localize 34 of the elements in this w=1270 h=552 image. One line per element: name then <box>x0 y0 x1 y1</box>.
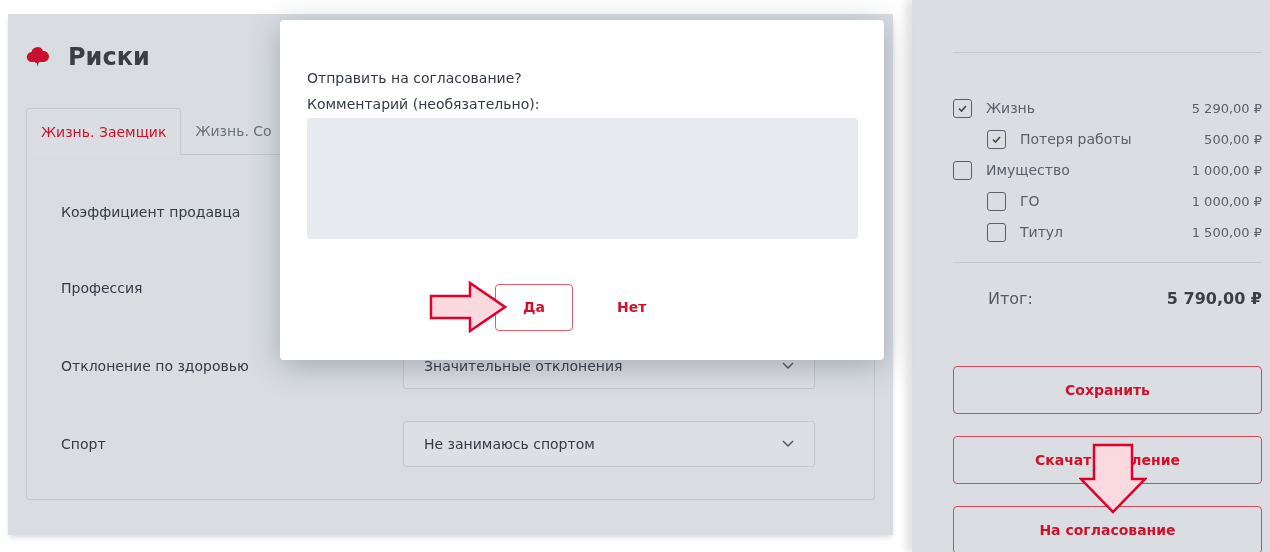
dialog-question: Отправить на согласование? <box>307 69 523 88</box>
chevron-down-icon <box>782 362 794 370</box>
page-title: Риски <box>68 42 150 73</box>
checkbox[interactable] <box>987 192 1006 211</box>
field-label: Спорт <box>61 434 107 454</box>
tab[interactable]: Жизнь. Со <box>181 108 286 155</box>
risk-amount: 500,00 ₽ <box>1204 130 1262 149</box>
checkbox[interactable] <box>953 161 972 180</box>
checkbox[interactable] <box>987 130 1006 149</box>
comment-label: Комментарий (необязательно): <box>307 95 541 114</box>
field-label: Профессия <box>61 279 144 299</box>
checkbox[interactable] <box>953 99 972 118</box>
total-label: Итог: <box>988 288 1033 310</box>
select-field[interactable]: Не занимаюсь спортом <box>403 421 815 467</box>
field-label: Отклонение по здоровью <box>61 356 250 376</box>
total-amount: 5 790,00 ₽ <box>1166 288 1262 310</box>
checkmark-icon <box>991 135 1002 144</box>
risk-label: ГО <box>1020 192 1041 211</box>
risk-label: Имущество <box>986 161 1071 180</box>
risk-label: Титул <box>1020 223 1065 242</box>
risk-amount: 5 290,00 ₽ <box>1191 99 1262 118</box>
dialog-button[interactable]: Нет <box>617 284 647 331</box>
risk-amount: 1 000,00 ₽ <box>1191 161 1262 180</box>
risk-amount: 1 000,00 ₽ <box>1191 192 1262 211</box>
action-button[interactable]: Сохранить <box>953 366 1262 414</box>
risk-amount: 1 500,00 ₽ <box>1191 223 1262 242</box>
comment-field[interactable] <box>307 118 858 239</box>
risk-label: Потеря работы <box>1020 130 1133 149</box>
risk-label: Жизнь <box>986 99 1037 118</box>
tab[interactable]: Жизнь. Заемщик <box>26 108 182 155</box>
checkbox[interactable] <box>987 223 1006 242</box>
chevron-down-icon <box>782 440 794 448</box>
field-label: Коэффициент продавца <box>61 202 242 222</box>
checkmark-icon <box>957 104 968 113</box>
